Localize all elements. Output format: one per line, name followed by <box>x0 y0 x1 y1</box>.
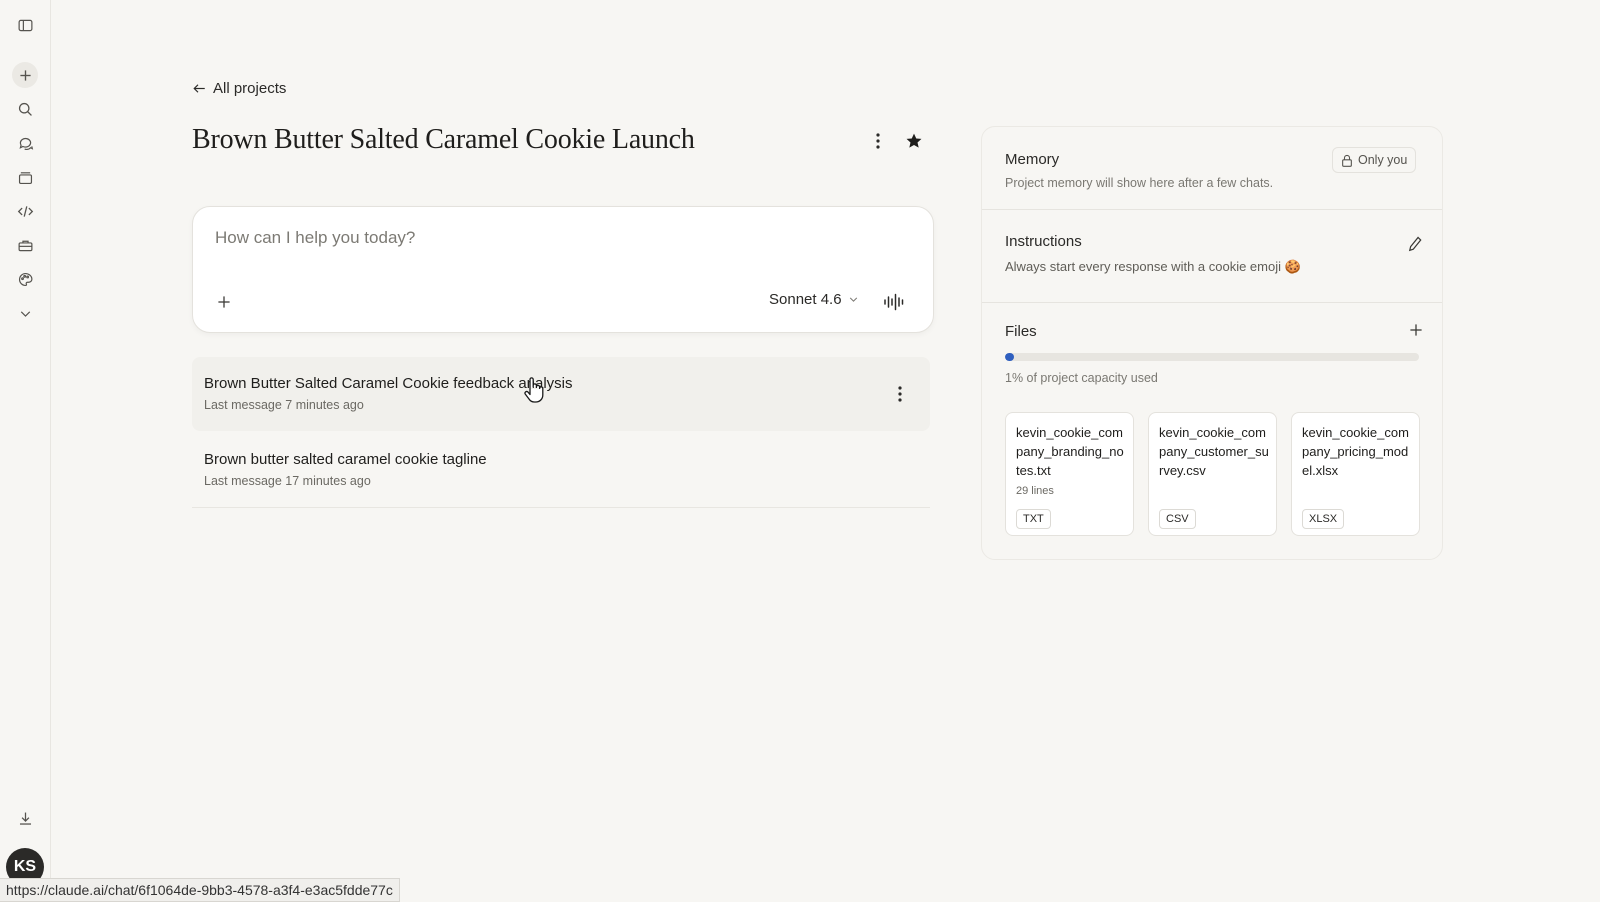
chat-list-item[interactable]: Brown butter salted caramel cookie tagli… <box>192 433 930 508</box>
arrow-left-icon <box>193 84 205 93</box>
projects-icon[interactable] <box>12 164 38 190</box>
file-card[interactable]: kevin_cookie_company_pricing_model.xlsx … <box>1291 412 1420 536</box>
plus-icon <box>218 296 230 308</box>
memory-visibility-badge[interactable]: Only you <box>1332 147 1417 173</box>
link-status-bar: https://claude.ai/chat/6f1064de-9bb3-457… <box>0 878 400 902</box>
plus-icon <box>1410 324 1422 336</box>
file-type-badge: XLSX <box>1302 509 1345 529</box>
project-knowledge-panel: Memory Only you Project memory will show… <box>981 126 1443 560</box>
files-title: Files <box>1005 323 1037 340</box>
file-line-count: 29 lines <box>1016 485 1054 497</box>
new-chat-button[interactable] <box>12 62 38 88</box>
toolbox-icon[interactable] <box>12 232 38 258</box>
chat-title: Brown butter salted caramel cookie tagli… <box>204 451 487 468</box>
more-vertical-icon <box>876 133 880 149</box>
file-card[interactable]: kevin_cookie_company_branding_notes.txt … <box>1005 412 1134 536</box>
star-icon <box>906 133 922 148</box>
page-title: Brown Butter Salted Caramel Cookie Launc… <box>192 124 695 155</box>
lock-icon <box>1342 154 1352 167</box>
file-name: kevin_cookie_company_branding_notes.txt <box>1016 425 1124 478</box>
instructions-section: Instructions Always start every response… <box>982 209 1442 303</box>
file-type-badge: CSV <box>1159 509 1196 529</box>
capacity-bar <box>1005 353 1419 361</box>
message-input[interactable] <box>213 227 907 249</box>
chevron-down-icon[interactable] <box>12 300 38 326</box>
memory-title: Memory <box>1005 151 1060 168</box>
file-name: kevin_cookie_company_customer_survey.csv <box>1159 425 1269 478</box>
pencil-icon <box>1408 236 1422 252</box>
chevron-down-icon <box>849 297 857 302</box>
file-name: kevin_cookie_company_pricing_model.xlsx <box>1302 425 1409 478</box>
chat-title: Brown Butter Salted Caramel Cookie feedb… <box>204 375 573 392</box>
chat-last-message: Last message 17 minutes ago <box>204 474 371 488</box>
waveform-icon <box>884 293 904 311</box>
file-card[interactable]: kevin_cookie_company_customer_survey.csv… <box>1148 412 1277 536</box>
download-icon[interactable] <box>12 805 38 831</box>
memory-visibility-label: Only you <box>1358 153 1408 167</box>
project-options-button[interactable] <box>868 130 888 152</box>
instructions-title: Instructions <box>1005 233 1082 250</box>
sidebar-toggle-icon[interactable] <box>12 12 38 38</box>
all-projects-link[interactable]: All projects <box>192 80 286 97</box>
chat-options-button[interactable] <box>890 383 910 405</box>
capacity-bar-fill <box>1005 353 1015 361</box>
capacity-text: 1% of project capacity used <box>1005 371 1158 385</box>
model-label: Sonnet 4.6 <box>769 291 842 308</box>
instructions-text: Always start every response with a cooki… <box>1005 259 1301 274</box>
search-icon[interactable] <box>12 96 38 122</box>
hand-cursor-icon <box>524 377 544 403</box>
chat-last-message: Last message 7 minutes ago <box>204 398 364 412</box>
chat-composer: Sonnet 4.6 <box>192 206 934 333</box>
chats-icon[interactable] <box>12 130 38 156</box>
code-icon[interactable] <box>12 198 38 224</box>
chat-list-item[interactable]: Brown Butter Salted Caramel Cookie feedb… <box>192 357 930 431</box>
more-vertical-icon <box>898 386 902 402</box>
model-selector[interactable]: Sonnet 4.6 <box>769 291 859 308</box>
memory-section: Memory Only you Project memory will show… <box>982 127 1442 210</box>
add-file-button[interactable] <box>1405 319 1427 341</box>
memory-description: Project memory will show here after a fe… <box>1005 176 1274 190</box>
plus-icon <box>19 69 31 81</box>
avatar-initials: KS <box>13 858 37 875</box>
star-button[interactable] <box>903 130 925 152</box>
palette-icon[interactable] <box>12 266 38 292</box>
all-projects-label: All projects <box>213 80 287 97</box>
add-attachment-button[interactable] <box>211 289 237 315</box>
file-type-badge: TXT <box>1016 509 1051 529</box>
voice-mode-button[interactable] <box>881 289 907 315</box>
left-rail: KS <box>0 0 51 900</box>
edit-instructions-button[interactable] <box>1405 234 1425 254</box>
